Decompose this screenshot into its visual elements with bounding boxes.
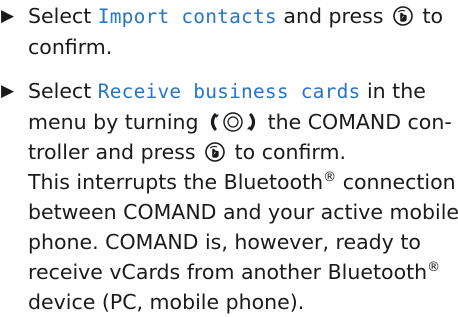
note-text: phone. COMAND is, however, ready to (28, 230, 421, 254)
step-line: confirm. (0, 32, 458, 62)
registered-mark: ® (427, 260, 441, 275)
note-line: device (PC, mobile phone). (0, 287, 458, 317)
step-line: troller and press to confirm. (0, 137, 458, 167)
step-text: confirm. (28, 35, 113, 59)
step-line: ▶ Select Import contacts and press to (0, 1, 458, 32)
note-line: This interrupts the Bluetooth® connectio… (0, 167, 458, 197)
note-line: phone. COMAND is, however, ready to (0, 227, 458, 257)
step-text: the COMAND con- (261, 110, 452, 134)
step-text: Select (28, 4, 98, 28)
step-line: menu by turning the COMAND con- (0, 107, 458, 137)
menu-item-receive-business-cards: Receive business cards (97, 80, 361, 103)
note-text: between COMAND and your active mobile (28, 200, 458, 224)
step-text: Select (28, 79, 98, 103)
note-line: receive vCards from another Bluetooth® (0, 257, 458, 287)
step-text: in the (360, 79, 426, 103)
instruction-step-import-contacts: ▶ Select Import contacts and press to co… (0, 1, 458, 62)
bullet-arrow-icon: ▶ (1, 81, 15, 101)
step-text: to (415, 4, 444, 28)
bullet-arrow-icon: ▶ (1, 6, 15, 26)
note-text: device (PC, mobile phone). (28, 290, 305, 314)
turn-controller-icon (210, 112, 256, 132)
step-text: troller and press (28, 140, 203, 164)
press-confirm-icon (205, 142, 225, 162)
instruction-step-receive-cards: ▶ Select Receive business cards in the m… (0, 76, 458, 317)
registered-mark: ® (323, 170, 337, 185)
press-confirm-icon (393, 6, 413, 26)
step-text: to confirm. (228, 140, 346, 164)
menu-item-import-contacts: Import contacts (97, 5, 277, 28)
step-text: and press (276, 4, 384, 28)
note-text: This interrupts the Bluetooth (28, 170, 324, 194)
note-line: between COMAND and your active mobile (0, 197, 458, 227)
note-text: receive vCards from another Bluetooth (28, 260, 428, 284)
instruction-document: ▶ Select Import contacts and press to co… (0, 0, 458, 314)
step-line: ▶ Select Receive business cards in the (0, 76, 458, 107)
step-text: menu by turning (28, 110, 206, 134)
note-text: connection (336, 170, 456, 194)
